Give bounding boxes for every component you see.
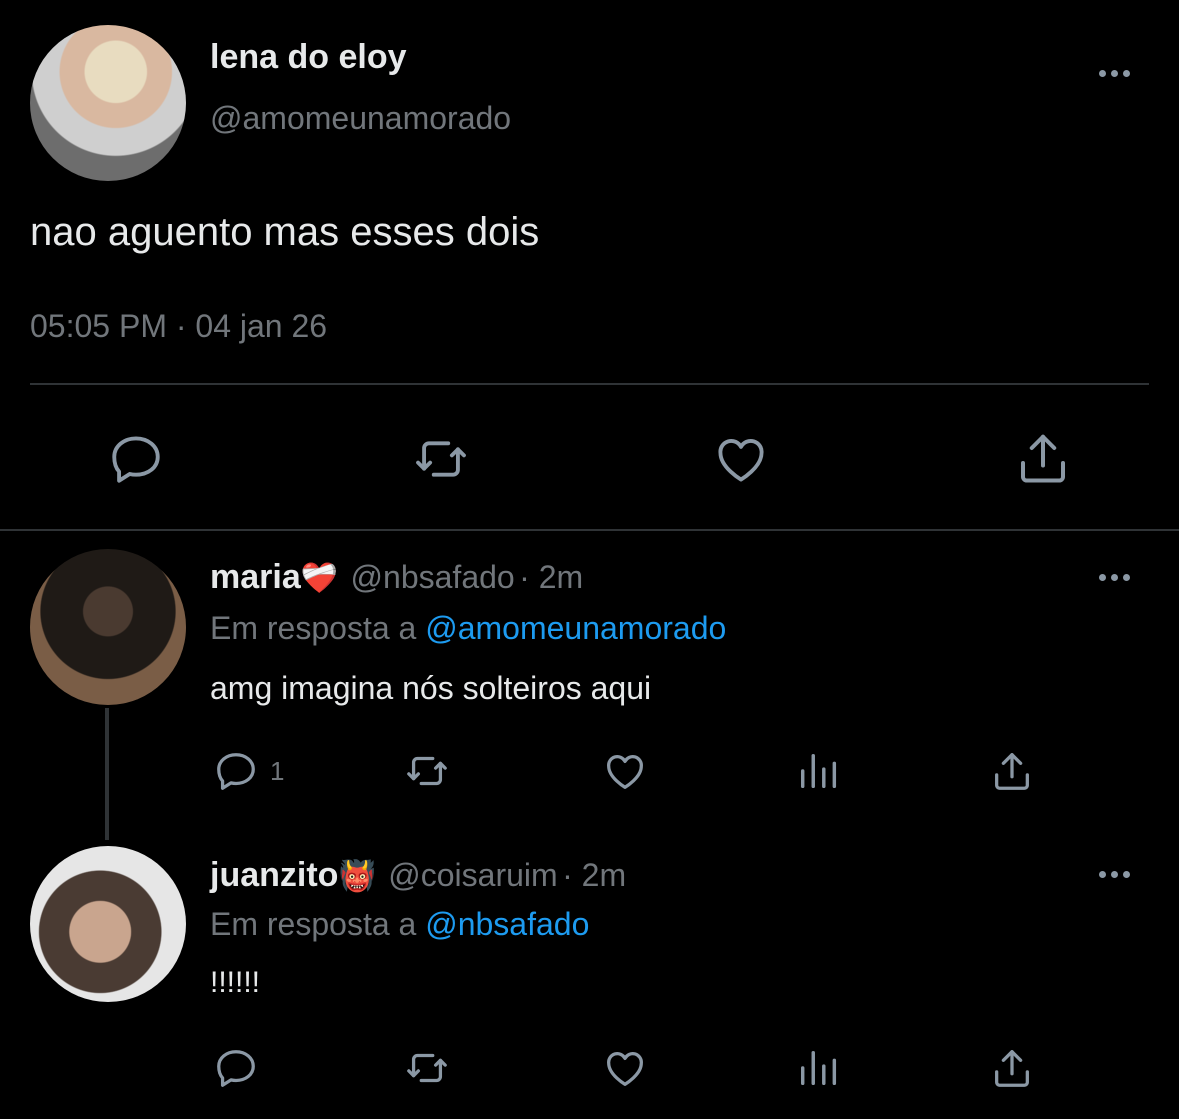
avatar-reply-1[interactable]: [30, 549, 186, 705]
analytics-icon[interactable]: [796, 748, 842, 794]
author-handle[interactable]: @amomeunamorado: [210, 100, 511, 137]
more-options-icon[interactable]: [1099, 574, 1130, 581]
avatar-main[interactable]: [30, 25, 186, 181]
reply-2-emoji: 👹: [338, 860, 376, 893]
reply-icon[interactable]: [212, 748, 260, 794]
tweet-text: nao aguento mas esses dois: [30, 210, 540, 254]
share-icon[interactable]: [988, 1045, 1036, 1091]
reply-1-text: amg imagina nós solteiros aqui: [210, 670, 652, 706]
reply-2-handle[interactable]: @coisaruim: [388, 857, 557, 893]
reply-1-handle[interactable]: @nbsafado: [351, 559, 515, 595]
reply-prefix: Em resposta a: [210, 610, 417, 646]
reply-2-header: juanzito👹 @coisaruim · 2m: [210, 856, 626, 895]
thread-line: [105, 708, 109, 840]
like-icon[interactable]: [710, 430, 772, 488]
tweet-timestamp[interactable]: 05:05 PM · 04 jan 26: [30, 308, 327, 345]
reply-2-text: !!!!!!: [210, 966, 261, 999]
avatar-reply-2[interactable]: [30, 846, 186, 1002]
share-icon[interactable]: [988, 748, 1036, 794]
divider: [30, 383, 1149, 385]
reply-1-header: maria❤️‍🩹 @nbsafado · 2m: [210, 558, 583, 597]
reply-icon[interactable]: [212, 1045, 260, 1091]
reply-1-name[interactable]: maria: [210, 558, 301, 596]
reply-count: 1: [270, 756, 285, 786]
analytics-icon[interactable]: [796, 1045, 842, 1091]
more-options-icon[interactable]: [1099, 871, 1130, 878]
retweet-icon[interactable]: [410, 430, 472, 488]
reply-to-link[interactable]: @nbsafado: [425, 906, 589, 942]
like-icon[interactable]: [600, 1045, 650, 1091]
reply-1-context: Em resposta a @amomeunamorado: [210, 610, 726, 647]
reply-prefix: Em resposta a: [210, 906, 417, 942]
author-name[interactable]: lena do eloy: [210, 38, 407, 77]
section-divider: [0, 529, 1179, 531]
more-options-icon[interactable]: [1099, 70, 1130, 77]
reply-2-context: Em resposta a @nbsafado: [210, 906, 589, 943]
reply-1-emoji: ❤️‍🩹: [300, 562, 339, 595]
retweet-icon[interactable]: [402, 748, 452, 794]
retweet-icon[interactable]: [402, 1045, 452, 1091]
reply-icon[interactable]: [106, 430, 166, 488]
reply-2-name[interactable]: juanzito: [210, 856, 338, 894]
reply-to-link[interactable]: @amomeunamorado: [425, 610, 726, 646]
share-icon[interactable]: [1012, 428, 1074, 488]
reply-1-time[interactable]: · 2m: [519, 559, 583, 595]
reply-2-time[interactable]: · 2m: [562, 857, 626, 893]
like-icon[interactable]: [600, 748, 650, 794]
